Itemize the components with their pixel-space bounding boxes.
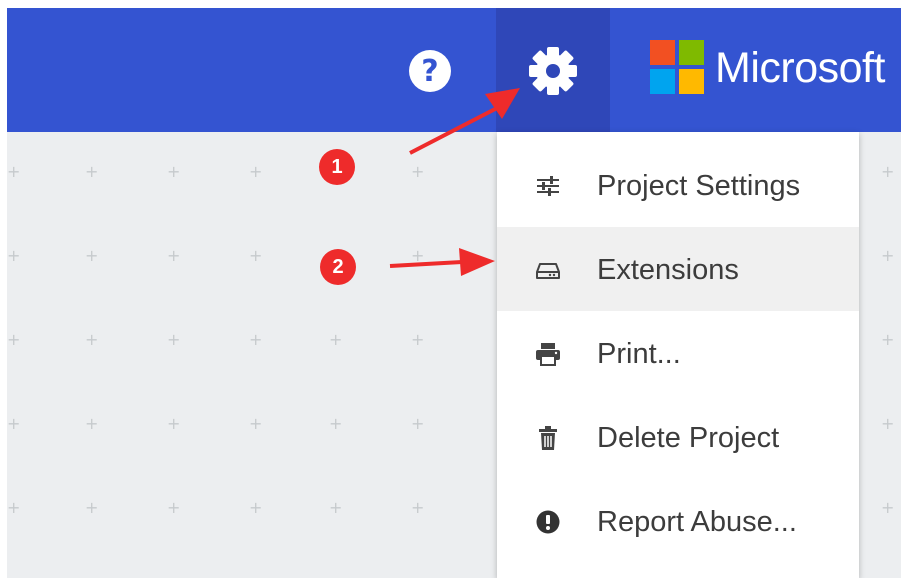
step-2-badge: 2 <box>320 249 356 285</box>
trash-icon <box>539 426 557 450</box>
grid-cross: + <box>7 162 21 181</box>
grid-cross: + <box>249 330 263 349</box>
grid-cross: + <box>411 330 425 349</box>
grid-cross: + <box>411 414 425 433</box>
printer-icon <box>536 343 560 366</box>
question-circle-icon: ? <box>421 54 439 89</box>
grid-cross: + <box>167 498 181 517</box>
menu-item-print[interactable]: Print... <box>497 311 859 395</box>
grid-cross: + <box>411 162 425 181</box>
grid-cross: + <box>85 498 99 517</box>
grid-cross: + <box>411 498 425 517</box>
grid-cross: + <box>249 414 263 433</box>
grid-cross: + <box>85 246 99 265</box>
top-bar: ? Microsoft <box>7 8 901 132</box>
drive-icon <box>536 263 560 279</box>
grid-cross: + <box>329 498 343 517</box>
menu-item-project-settings[interactable]: Project Settings <box>497 143 859 227</box>
help-button[interactable]: ? <box>409 50 451 92</box>
settings-button[interactable] <box>496 8 610 132</box>
grid-cross: + <box>881 330 895 349</box>
grid-cross: + <box>167 414 181 433</box>
grid-cross: + <box>249 498 263 517</box>
grid-cross: + <box>85 330 99 349</box>
app-frame: ? Microsoft + + + + + + + + + + + + + + … <box>7 8 901 578</box>
menu-item-delete-project[interactable]: Delete Project <box>497 395 859 479</box>
menu-item-extensions[interactable]: Extensions <box>497 227 859 311</box>
grid-cross: + <box>7 246 21 265</box>
settings-dropdown-menu: Project Settings Extensions Print... Del… <box>497 132 859 578</box>
grid-cross: + <box>881 498 895 517</box>
grid-cross: + <box>329 330 343 349</box>
exclamation-circle-icon <box>536 510 560 534</box>
menu-item-label: Print... <box>597 338 681 370</box>
grid-cross: + <box>881 162 895 181</box>
menu-item-label: Project Settings <box>597 170 801 202</box>
grid-cross: + <box>167 162 181 181</box>
step-1-badge: 1 <box>319 149 355 185</box>
menu-item-report-abuse[interactable]: Report Abuse... <box>497 479 859 563</box>
menu-item-label: Report Abuse... <box>597 506 797 538</box>
sliders-icon <box>537 176 559 196</box>
grid-cross: + <box>167 246 181 265</box>
menu-item-label: Delete Project <box>597 422 780 454</box>
grid-cross: + <box>411 246 425 265</box>
grid-cross: + <box>167 330 181 349</box>
grid-cross: + <box>85 414 99 433</box>
grid-cross: + <box>7 330 21 349</box>
grid-cross: + <box>881 414 895 433</box>
grid-cross: + <box>881 246 895 265</box>
menu-item-label: Extensions <box>597 254 739 286</box>
grid-cross: + <box>249 162 263 181</box>
gear-icon <box>529 47 577 95</box>
grid-cross: + <box>7 498 21 517</box>
brand-name[interactable]: Microsoft <box>715 41 885 95</box>
grid-cross: + <box>329 414 343 433</box>
grid-cross: + <box>249 246 263 265</box>
microsoft-logo[interactable] <box>650 40 704 94</box>
grid-cross: + <box>85 162 99 181</box>
grid-cross: + <box>7 414 21 433</box>
